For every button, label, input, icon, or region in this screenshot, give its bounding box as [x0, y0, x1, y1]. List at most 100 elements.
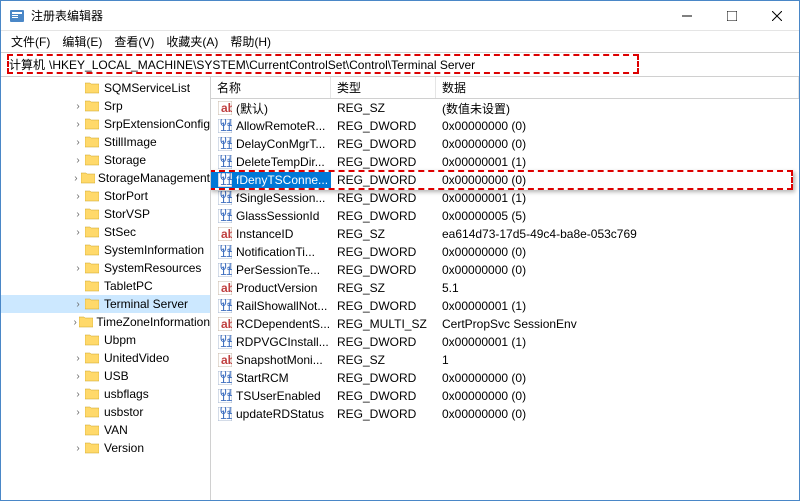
- chevron-right-icon[interactable]: ›: [71, 155, 85, 166]
- tree-item[interactable]: › Storage: [1, 151, 210, 169]
- chevron-right-icon[interactable]: ›: [71, 443, 85, 454]
- address-label: 计算机: [9, 56, 45, 73]
- tree-item[interactable]: VAN: [1, 421, 210, 439]
- tree-item-label: Srp: [104, 99, 123, 113]
- tree-item[interactable]: ›Terminal Server: [1, 295, 210, 313]
- value-row[interactable]: 011110NotificationTi...REG_DWORD0x000000…: [211, 243, 799, 261]
- value-row[interactable]: 011110TSUserEnabledREG_DWORD0x00000000 (…: [211, 387, 799, 405]
- value-row[interactable]: 011110fSingleSession...REG_DWORD0x000000…: [211, 189, 799, 207]
- value-row[interactable]: 011110AllowRemoteR...REG_DWORD0x00000000…: [211, 117, 799, 135]
- value-row[interactable]: 011110updateRDStatusREG_DWORD0x00000000 …: [211, 405, 799, 423]
- value-row[interactable]: abRCDependentS...REG_MULTI_SZCertPropSvc…: [211, 315, 799, 333]
- menubar: 文件(F) 编辑(E) 查看(V) 收藏夹(A) 帮助(H): [1, 31, 799, 53]
- chevron-right-icon[interactable]: ›: [71, 263, 85, 274]
- close-button[interactable]: [754, 1, 799, 30]
- col-data[interactable]: 数据: [436, 77, 799, 98]
- chevron-right-icon[interactable]: ›: [71, 353, 85, 364]
- value-name: PerSessionTe...: [236, 263, 320, 277]
- tree-item[interactable]: ›UnitedVideo: [1, 349, 210, 367]
- menu-fav[interactable]: 收藏夹(A): [160, 31, 224, 52]
- tree-item[interactable]: ›SystemResources: [1, 259, 210, 277]
- value-name: AllowRemoteR...: [236, 119, 325, 133]
- value-name-cell: abRCDependentS...: [211, 316, 331, 332]
- binary-value-icon: 011110: [217, 190, 233, 206]
- tree-item-label: Storage: [104, 153, 146, 167]
- binary-value-icon: 011110: [217, 406, 233, 422]
- address-input[interactable]: [49, 58, 791, 72]
- menu-file[interactable]: 文件(F): [5, 31, 56, 52]
- tree-panel[interactable]: SQMServiceList›Srp›SrpExtensionConfig›St…: [1, 77, 211, 500]
- tree-item[interactable]: ›StorageManagement: [1, 169, 210, 187]
- maximize-button[interactable]: [709, 1, 754, 30]
- value-name-cell: 011110RDPVGCInstall...: [211, 334, 331, 350]
- svg-text:ab: ab: [221, 101, 232, 115]
- value-row[interactable]: 011110DeleteTempDir...REG_DWORD0x0000000…: [211, 153, 799, 171]
- tree-item[interactable]: ›StorPort: [1, 187, 210, 205]
- tree-item[interactable]: ›TimeZoneInformation: [1, 313, 210, 331]
- tree-item[interactable]: › Srp: [1, 97, 210, 115]
- value-row[interactable]: abInstanceIDREG_SZea614d73-17d5-49c4-ba8…: [211, 225, 799, 243]
- col-type[interactable]: 类型: [331, 77, 436, 98]
- chevron-right-icon[interactable]: ›: [71, 101, 85, 112]
- string-value-icon: ab: [217, 100, 233, 116]
- tree-item[interactable]: ›StSec: [1, 223, 210, 241]
- tree-item[interactable]: › Version: [1, 439, 210, 457]
- value-row[interactable]: abProductVersionREG_SZ5.1: [211, 279, 799, 297]
- value-row[interactable]: 011110GlassSessionIdREG_DWORD0x00000005 …: [211, 207, 799, 225]
- tree-item[interactable]: Ubpm: [1, 331, 210, 349]
- value-row[interactable]: abSnapshotMoni...REG_SZ1: [211, 351, 799, 369]
- folder-icon: [85, 243, 101, 257]
- chevron-right-icon[interactable]: ›: [71, 389, 85, 400]
- menu-edit[interactable]: 编辑(E): [56, 31, 108, 52]
- value-row[interactable]: 011110PerSessionTe...REG_DWORD0x00000000…: [211, 261, 799, 279]
- value-row[interactable]: ab(默认)REG_SZ(数值未设置): [211, 99, 799, 117]
- value-data: 0x00000001 (1): [436, 335, 799, 349]
- binary-value-icon: 011110: [217, 370, 233, 386]
- tree-item[interactable]: TabletPC: [1, 277, 210, 295]
- folder-icon: [85, 297, 101, 311]
- tree-item[interactable]: SystemInformation: [1, 241, 210, 259]
- value-row[interactable]: 011110RDPVGCInstall...REG_DWORD0x0000000…: [211, 333, 799, 351]
- value-row[interactable]: 011110fDenyTSConne...REG_DWORD0x00000000…: [211, 171, 799, 189]
- content: SQMServiceList›Srp›SrpExtensionConfig›St…: [1, 77, 799, 500]
- tree-item[interactable]: ›SrpExtensionConfig: [1, 115, 210, 133]
- chevron-right-icon[interactable]: ›: [71, 371, 85, 382]
- folder-icon: [85, 369, 101, 383]
- chevron-right-icon[interactable]: ›: [71, 191, 85, 202]
- tree-item[interactable]: ›USB: [1, 367, 210, 385]
- list-panel[interactable]: 名称 类型 数据 ab(默认)REG_SZ(数值未设置)011110AllowR…: [211, 77, 799, 500]
- chevron-right-icon[interactable]: ›: [71, 227, 85, 238]
- col-name[interactable]: 名称: [211, 77, 331, 98]
- tree-item[interactable]: ›StorVSP: [1, 205, 210, 223]
- menu-help[interactable]: 帮助(H): [224, 31, 277, 52]
- value-name-cell: 011110fSingleSession...: [211, 190, 331, 206]
- value-name: StartRCM: [236, 371, 289, 385]
- folder-icon: [85, 153, 101, 167]
- chevron-right-icon[interactable]: ›: [71, 407, 85, 418]
- value-data: 0x00000000 (0): [436, 173, 799, 187]
- chevron-right-icon[interactable]: ›: [71, 299, 85, 310]
- tree-item[interactable]: ›StillImage: [1, 133, 210, 151]
- tree-item[interactable]: SQMServiceList: [1, 79, 210, 97]
- chevron-right-icon[interactable]: ›: [71, 137, 85, 148]
- menu-view[interactable]: 查看(V): [108, 31, 160, 52]
- folder-icon: [85, 135, 101, 149]
- tree-item-label: Version: [104, 441, 144, 455]
- value-name: GlassSessionId: [236, 209, 319, 223]
- value-name-cell: 011110updateRDStatus: [211, 406, 331, 422]
- value-row[interactable]: 011110StartRCMREG_DWORD0x00000000 (0): [211, 369, 799, 387]
- value-name-cell: abProductVersion: [211, 280, 331, 296]
- value-data: 0x00000001 (1): [436, 299, 799, 313]
- tree-item[interactable]: ›usbstor: [1, 403, 210, 421]
- chevron-right-icon[interactable]: ›: [71, 317, 79, 328]
- minimize-button[interactable]: [664, 1, 709, 30]
- value-row[interactable]: 011110DelayConMgrT...REG_DWORD0x00000000…: [211, 135, 799, 153]
- value-name: ProductVersion: [236, 281, 317, 295]
- chevron-right-icon[interactable]: ›: [71, 209, 85, 220]
- chevron-right-icon[interactable]: ›: [71, 173, 81, 184]
- tree-item[interactable]: ›usbflags: [1, 385, 210, 403]
- titlebar[interactable]: 注册表编辑器: [1, 1, 799, 31]
- value-row[interactable]: 011110RailShowallNot...REG_DWORD0x000000…: [211, 297, 799, 315]
- chevron-right-icon[interactable]: ›: [71, 119, 85, 130]
- value-name: fDenyTSConne...: [236, 173, 328, 187]
